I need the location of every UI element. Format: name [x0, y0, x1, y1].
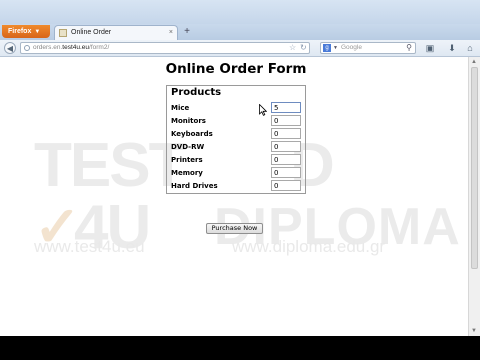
- firefox-menu-label: Firefox: [8, 28, 32, 35]
- product-label-monitors: Monitors: [171, 117, 206, 125]
- download-arrow-icon[interactable]: ⬇: [446, 42, 458, 54]
- quantity-input-hard-drives[interactable]: [271, 180, 301, 191]
- url-prefix: orders.en.: [33, 44, 63, 51]
- product-label-printers: Printers: [171, 156, 203, 164]
- address-bar[interactable]: orders.en.test4u.eu/form2/ ☆ ↻: [20, 42, 310, 54]
- product-row-hard-drives: Hard Drives: [171, 180, 303, 192]
- reload-icon[interactable]: ↻: [300, 43, 307, 53]
- search-bar[interactable]: g ▼ Google ⚲: [320, 42, 416, 54]
- chevron-down-icon[interactable]: ▼: [333, 43, 338, 53]
- tab-online-order[interactable]: Online Order ×: [54, 25, 178, 40]
- product-label-dvd-rw: DVD-RW: [171, 143, 205, 151]
- scroll-down-icon[interactable]: ▼: [471, 328, 477, 334]
- bookmarks-menu-icon[interactable]: ▣: [424, 42, 436, 54]
- vertical-scrollbar[interactable]: ▲ ▼: [468, 57, 480, 336]
- quantity-input-printers[interactable]: [271, 154, 301, 165]
- product-label-keyboards: Keyboards: [171, 130, 213, 138]
- tab-title: Online Order: [71, 29, 112, 36]
- product-row-dvd-rw: DVD-RW: [171, 141, 303, 153]
- product-row-printers: Printers: [171, 154, 303, 166]
- back-arrow-icon[interactable]: ◀: [4, 42, 16, 54]
- page-title: Online Order Form: [165, 61, 307, 77]
- title-strip: [0, 0, 480, 24]
- scrollbar-thumb[interactable]: [471, 67, 478, 269]
- site-identity-icon: [24, 45, 30, 51]
- address-url: orders.en.test4u.eu/form2/: [33, 43, 109, 53]
- quantity-input-memory[interactable]: [271, 167, 301, 178]
- browser-window: Firefox ▼ Online Order × + ◀ orders.en.te…: [0, 0, 480, 336]
- purchase-now-button[interactable]: Purchase Now: [206, 223, 263, 234]
- google-engine-icon[interactable]: g: [323, 44, 331, 52]
- mouse-pointer-icon: [259, 104, 267, 116]
- product-row-monitors: Monitors: [171, 115, 303, 127]
- product-row-memory: Memory: [171, 167, 303, 179]
- watermark-url-test4u: www.test4u.eu: [34, 237, 145, 256]
- products-legend: Products: [171, 87, 222, 98]
- bookmark-star-icon[interactable]: ☆: [289, 43, 296, 53]
- product-label-hard-drives: Hard Drives: [171, 182, 218, 190]
- product-row-keyboards: Keyboards: [171, 128, 303, 140]
- quantity-input-monitors[interactable]: [271, 115, 301, 126]
- url-domain: test4u.eu: [62, 44, 90, 51]
- watermark-test: TEST: [34, 131, 186, 200]
- quantity-input-dvd-rw[interactable]: [271, 141, 301, 152]
- scroll-up-icon[interactable]: ▲: [471, 59, 477, 65]
- page-content: TEST ✓ 4U D DIPLOMA www.test4u.eu www.di…: [0, 57, 468, 336]
- products-fieldset: Products Mice Monitors Keyboards DVD-RW …: [166, 85, 306, 194]
- magnifier-icon[interactable]: ⚲: [406, 43, 412, 53]
- new-tab-icon[interactable]: +: [180, 26, 194, 38]
- watermark-url-diploma: www.diploma.edu.gr: [232, 237, 386, 256]
- chevron-down-icon: ▼: [34, 29, 41, 35]
- product-row-mice: Mice: [171, 102, 303, 114]
- search-placeholder: Google: [341, 44, 362, 51]
- page-favicon-icon: [59, 29, 67, 37]
- url-path: /form2/: [89, 44, 110, 51]
- tab-close-icon[interactable]: ×: [169, 26, 173, 40]
- product-label-mice: Mice: [171, 104, 190, 112]
- firefox-menu-button[interactable]: Firefox ▼: [2, 25, 50, 38]
- quantity-input-keyboards[interactable]: [271, 128, 301, 139]
- home-icon[interactable]: ⌂: [464, 42, 476, 54]
- product-label-memory: Memory: [171, 169, 203, 177]
- black-bottom-band: [0, 336, 480, 360]
- quantity-input-mice[interactable]: [271, 102, 301, 113]
